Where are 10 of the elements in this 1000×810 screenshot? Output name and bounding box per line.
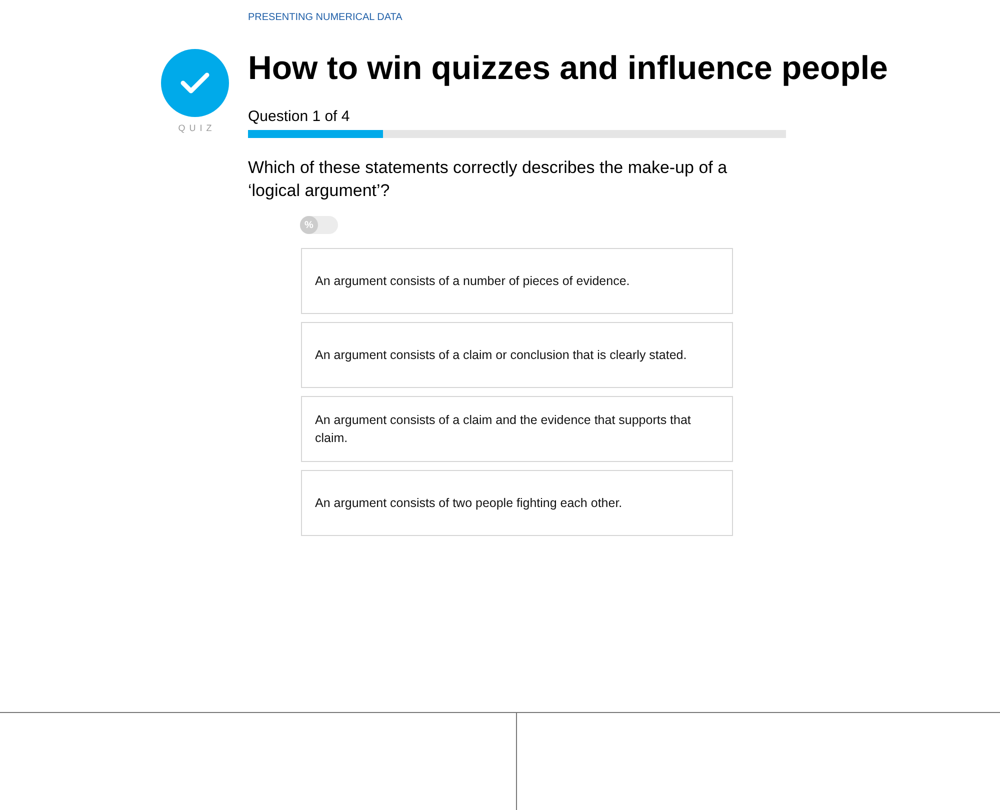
answer-option[interactable]: An argument consists of a claim and the evidence that supports that claim. — [301, 396, 733, 462]
answer-option[interactable]: An argument consists of two people fighting each other. — [301, 470, 733, 536]
checkmark-icon — [180, 71, 210, 95]
answer-option[interactable]: An argument consists of a claim or conclusion that is clearly stated. — [301, 322, 733, 388]
question-text: Which of these statements correctly describes the make-up of a ‘logical argument’? — [248, 157, 728, 202]
quiz-title: How to win quizzes and influence people — [248, 49, 888, 86]
answer-option[interactable]: An argument consists of a number of pieces of evidence. — [301, 248, 733, 314]
question-counter: Question 1 of 4 — [248, 108, 350, 125]
breadcrumb[interactable]: PRESENTING NUMERICAL DATA — [248, 12, 786, 23]
quiz-label: QUIZ — [177, 123, 216, 133]
